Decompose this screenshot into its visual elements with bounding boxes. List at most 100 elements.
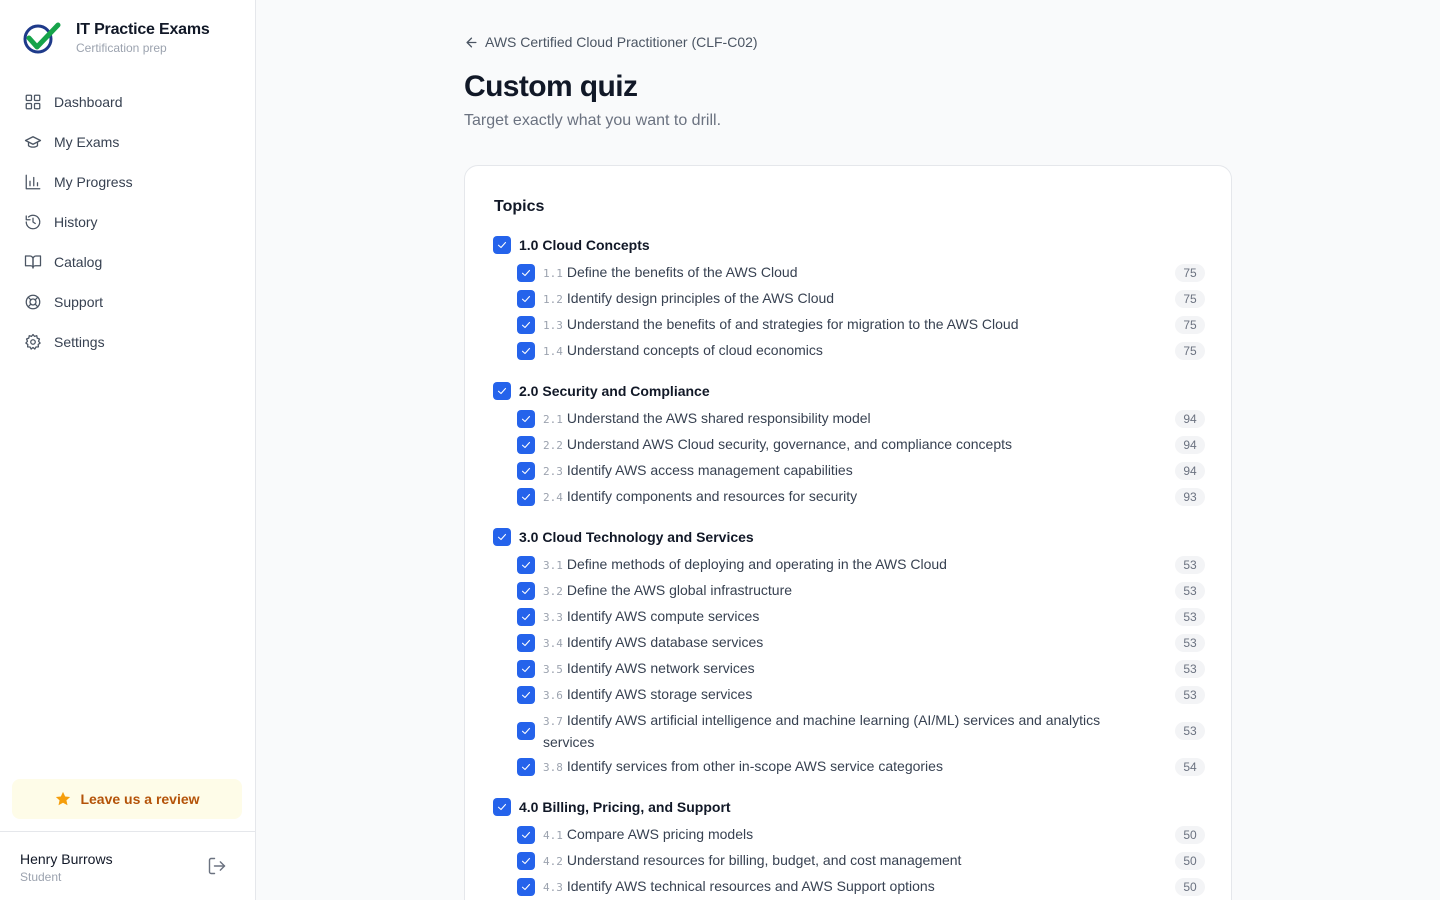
subtopic-title: Understand the AWS shared responsibility…: [566, 410, 871, 426]
sidebar-item-dashboard[interactable]: Dashboard: [12, 82, 244, 122]
page-title: Custom quiz: [464, 70, 638, 103]
domain-row[interactable]: 1.0 Cloud Concepts: [493, 232, 1205, 258]
back-link[interactable]: AWS Certified Cloud Practitioner (CLF-C0…: [464, 34, 758, 50]
question-count-badge: 53: [1175, 556, 1205, 574]
subtopic-row[interactable]: 3.8 Identify services from other in-scope…: [517, 754, 1205, 780]
subtopic-row[interactable]: 3.3 Identify AWS compute services 53: [517, 604, 1205, 630]
subtopic-list: 1.1 Define the benefits of the AWS Cloud 7…: [493, 260, 1205, 364]
topic-domain: 1.0 Cloud Concepts 1.1 Define the benefits…: [493, 232, 1205, 364]
user-role: Student: [20, 870, 62, 884]
check-icon: [521, 857, 531, 865]
domain-row[interactable]: 2.0 Security and Compliance: [493, 378, 1205, 404]
subtopic-label: 4.3 Identify AWS technical resources and …: [543, 876, 1175, 898]
topics-heading: Topics: [494, 198, 545, 215]
subtopic-row[interactable]: 2.2 Understand AWS Cloud security, govern…: [517, 432, 1205, 458]
subtopic-row[interactable]: 3.4 Identify AWS database services 53: [517, 630, 1205, 656]
back-link-label: AWS Certified Cloud Practitioner (CLF-C0…: [485, 34, 758, 50]
sidebar-item-history[interactable]: History: [12, 202, 244, 242]
subtopic-checkbox[interactable]: [517, 634, 535, 652]
domain-checkbox[interactable]: [493, 382, 511, 400]
subtopic-label: 1.4 Understand concepts of cloud economic…: [543, 340, 1175, 362]
question-count-badge: 93: [1175, 488, 1205, 506]
subtopic-checkbox[interactable]: [517, 342, 535, 360]
subtopic-title: Compare AWS pricing models: [566, 826, 754, 842]
sidebar-item-catalog[interactable]: Catalog: [12, 242, 244, 282]
subtopic-checkbox[interactable]: [517, 758, 535, 776]
subtopic-checkbox[interactable]: [517, 660, 535, 678]
subtopic-row[interactable]: 3.2 Define the AWS global infrastructure 5…: [517, 578, 1205, 604]
subtopic-row[interactable]: 3.7 Identify AWS artificial intelligence …: [517, 708, 1205, 754]
subtopic-row[interactable]: 4.3 Identify AWS technical resources and …: [517, 874, 1205, 900]
sidebar-item-my-exams[interactable]: My Exams: [12, 122, 244, 162]
subtopic-row[interactable]: 2.4 Identify components and resources for…: [517, 484, 1205, 510]
subtopic-row[interactable]: 1.3 Understand the benefits of and strate…: [517, 312, 1205, 338]
check-icon: [497, 387, 507, 395]
subtopic-checkbox[interactable]: [517, 852, 535, 870]
sidebar-item-label: History: [54, 214, 98, 230]
subtopic-checkbox[interactable]: [517, 436, 535, 454]
subtopic-label: 3.1 Define methods of deploying and opera…: [543, 554, 1175, 576]
domain-row[interactable]: 3.0 Cloud Technology and Services: [493, 524, 1205, 550]
domain-row[interactable]: 4.0 Billing, Pricing, and Support: [493, 794, 1205, 820]
subtopic-label: 2.3 Identify AWS access management capabi…: [543, 460, 1175, 482]
subtopic-label: 2.4 Identify components and resources for…: [543, 486, 1175, 508]
question-count-badge: 50: [1175, 852, 1205, 870]
subtopic-row[interactable]: 1.2 Identify design principles of the AWS…: [517, 286, 1205, 312]
sidebar: IT Practice Exams Certification prep Das…: [0, 0, 256, 900]
subtopic-row[interactable]: 1.1 Define the benefits of the AWS Cloud 7…: [517, 260, 1205, 286]
subtopic-title: Identify AWS database services: [566, 634, 764, 650]
history-icon: [25, 214, 41, 230]
subtopic-code: 3.3: [543, 611, 563, 624]
subtopic-row[interactable]: 2.1 Understand the AWS shared responsibil…: [517, 406, 1205, 432]
subtopic-list: 2.1 Understand the AWS shared responsibil…: [493, 406, 1205, 510]
subtopic-code: 4.1: [543, 829, 563, 842]
domain-checkbox[interactable]: [493, 236, 511, 254]
topic-domain: 3.0 Cloud Technology and Services 3.1 Defi…: [493, 524, 1205, 780]
sidebar-item-support[interactable]: Support: [12, 282, 244, 322]
subtopic-row[interactable]: 3.5 Identify AWS network services 53: [517, 656, 1205, 682]
brand[interactable]: IT Practice Exams Certification prep: [20, 20, 210, 56]
subtopic-checkbox[interactable]: [517, 290, 535, 308]
subtopic-checkbox[interactable]: [517, 722, 535, 740]
subtopic-code: 3.8: [543, 761, 563, 774]
logout-button[interactable]: [207, 856, 229, 878]
grid-icon: [25, 94, 41, 110]
subtopic-checkbox[interactable]: [517, 686, 535, 704]
subtopic-checkbox[interactable]: [517, 264, 535, 282]
subtopic-title: Identify components and resources for se…: [566, 488, 858, 504]
subtopic-code: 3.2: [543, 585, 563, 598]
domain-checkbox[interactable]: [493, 528, 511, 546]
subtopic-row[interactable]: 3.6 Identify AWS storage services 53: [517, 682, 1205, 708]
subtopic-row[interactable]: 3.1 Define methods of deploying and opera…: [517, 552, 1205, 578]
subtopic-checkbox[interactable]: [517, 878, 535, 896]
check-icon: [521, 295, 531, 303]
subtopic-label: 1.3 Understand the benefits of and strate…: [543, 314, 1175, 336]
subtopic-checkbox[interactable]: [517, 488, 535, 506]
question-count-badge: 94: [1175, 410, 1205, 428]
domain-checkbox[interactable]: [493, 798, 511, 816]
subtopic-label: 1.1 Define the benefits of the AWS Cloud: [543, 262, 1175, 284]
subtopic-label: 2.2 Understand AWS Cloud security, govern…: [543, 434, 1175, 456]
subtopic-checkbox[interactable]: [517, 316, 535, 334]
question-count-badge: 94: [1175, 462, 1205, 480]
subtopic-title: Identify AWS storage services: [566, 686, 753, 702]
sidebar-nav: Dashboard My Exams My Progress History C…: [12, 82, 244, 362]
subtopic-row[interactable]: 2.3 Identify AWS access management capabi…: [517, 458, 1205, 484]
sidebar-item-my-progress[interactable]: My Progress: [12, 162, 244, 202]
subtopic-checkbox[interactable]: [517, 608, 535, 626]
leave-review-button[interactable]: Leave us a review: [12, 779, 242, 819]
sidebar-item-settings[interactable]: Settings: [12, 322, 244, 362]
subtopic-row[interactable]: 4.2 Understand resources for billing, bud…: [517, 848, 1205, 874]
domain-label: 3.0 Cloud Technology and Services: [519, 529, 754, 545]
check-icon: [521, 613, 531, 621]
subtopic-checkbox[interactable]: [517, 826, 535, 844]
subtopic-checkbox[interactable]: [517, 556, 535, 574]
subtopic-checkbox[interactable]: [517, 462, 535, 480]
subtopic-row[interactable]: 4.1 Compare AWS pricing models 50: [517, 822, 1205, 848]
question-count-badge: 53: [1175, 608, 1205, 626]
subtopic-row[interactable]: 1.4 Understand concepts of cloud economic…: [517, 338, 1205, 364]
subtopic-checkbox[interactable]: [517, 410, 535, 428]
subtopic-checkbox[interactable]: [517, 582, 535, 600]
subtopic-title: Understand the benefits of and strategie…: [566, 316, 1019, 332]
subtopic-label: 3.3 Identify AWS compute services: [543, 606, 1175, 628]
